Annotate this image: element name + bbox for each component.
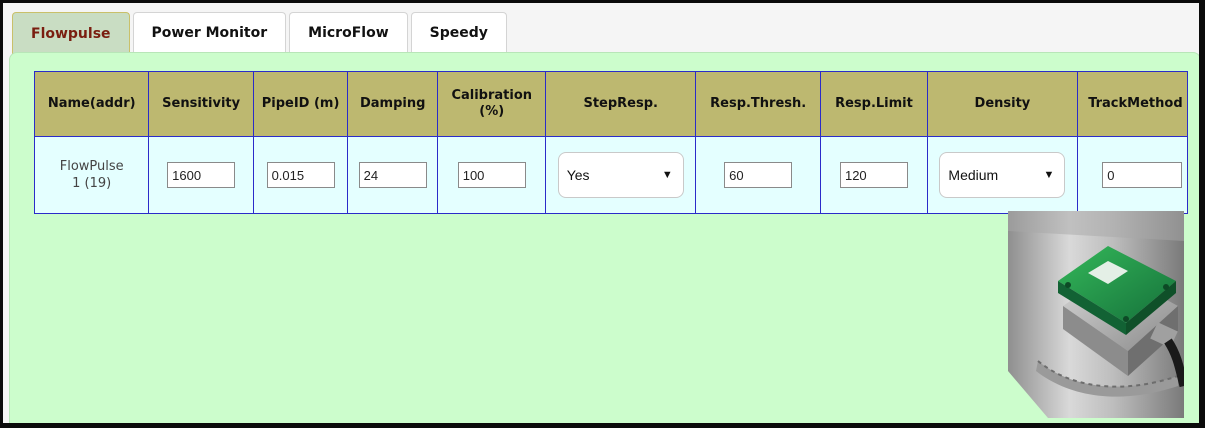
density-select[interactable]: Medium ▼ bbox=[939, 152, 1066, 198]
calibration-input[interactable] bbox=[457, 162, 526, 188]
pipeid-input[interactable] bbox=[266, 162, 335, 188]
trackmethod-input[interactable] bbox=[1102, 162, 1183, 188]
settings-table-container: Name(addr) Sensitivity PipeID (m) Dampin… bbox=[34, 71, 1188, 216]
tab-flowpulse[interactable]: Flowpulse bbox=[12, 12, 130, 54]
calibration-cell bbox=[437, 136, 547, 214]
respthresh-input[interactable] bbox=[724, 162, 793, 188]
settings-table: Name(addr) Sensitivity PipeID (m) Dampin… bbox=[34, 71, 1188, 214]
header-density: Density bbox=[926, 71, 1079, 137]
density-value: Medium bbox=[948, 167, 999, 183]
trackmethod-cell bbox=[1077, 136, 1188, 214]
dropdown-arrow-icon: ▼ bbox=[661, 169, 673, 181]
sensitivity-input[interactable] bbox=[167, 162, 236, 188]
device-name: FlowPulse 1 (19) bbox=[59, 159, 124, 191]
header-calibration: Calibration (%) bbox=[437, 71, 547, 137]
app-window: Flowpulse Power Monitor MicroFlow Speedy… bbox=[3, 3, 1199, 423]
flowpulse-device-photo bbox=[1008, 211, 1184, 418]
tab-bar: Flowpulse Power Monitor MicroFlow Speedy bbox=[12, 12, 507, 54]
tab-power-monitor[interactable]: Power Monitor bbox=[132, 12, 287, 52]
density-cell: Medium ▼ bbox=[926, 136, 1079, 214]
header-respthresh: Resp.Thresh. bbox=[695, 71, 822, 137]
damping-cell bbox=[347, 136, 439, 214]
resplimit-cell bbox=[820, 136, 928, 214]
pipeid-cell bbox=[252, 136, 349, 214]
header-resplimit: Resp.Limit bbox=[820, 71, 928, 137]
header-stepresp: StepResp. bbox=[545, 71, 697, 137]
tab-microflow[interactable]: MicroFlow bbox=[289, 12, 408, 52]
sensitivity-cell bbox=[148, 136, 254, 214]
header-trackmethod: TrackMethod bbox=[1077, 71, 1188, 137]
respthresh-cell bbox=[695, 136, 822, 214]
header-row: Name(addr) Sensitivity PipeID (m) Dampin… bbox=[34, 71, 1188, 137]
header-pipeid: PipeID (m) bbox=[252, 71, 349, 137]
dropdown-arrow-icon: ▼ bbox=[1043, 169, 1055, 181]
table-row: FlowPulse 1 (19) 1600 0.015 24 100 Yes ▼… bbox=[34, 136, 1188, 214]
header-name: Name(addr) bbox=[34, 71, 150, 137]
device-name-cell: FlowPulse 1 (19) bbox=[34, 136, 150, 214]
tab-speedy[interactable]: Speedy bbox=[410, 12, 507, 52]
header-sensitivity: Sensitivity bbox=[148, 71, 254, 137]
stepresp-value: Yes bbox=[566, 167, 590, 183]
header-damping: Damping bbox=[347, 71, 439, 137]
stepresp-select[interactable]: Yes ▼ bbox=[557, 152, 684, 198]
resplimit-input[interactable] bbox=[839, 162, 908, 188]
stepresp-cell: Yes ▼ bbox=[545, 136, 697, 214]
damping-input[interactable] bbox=[358, 162, 427, 188]
